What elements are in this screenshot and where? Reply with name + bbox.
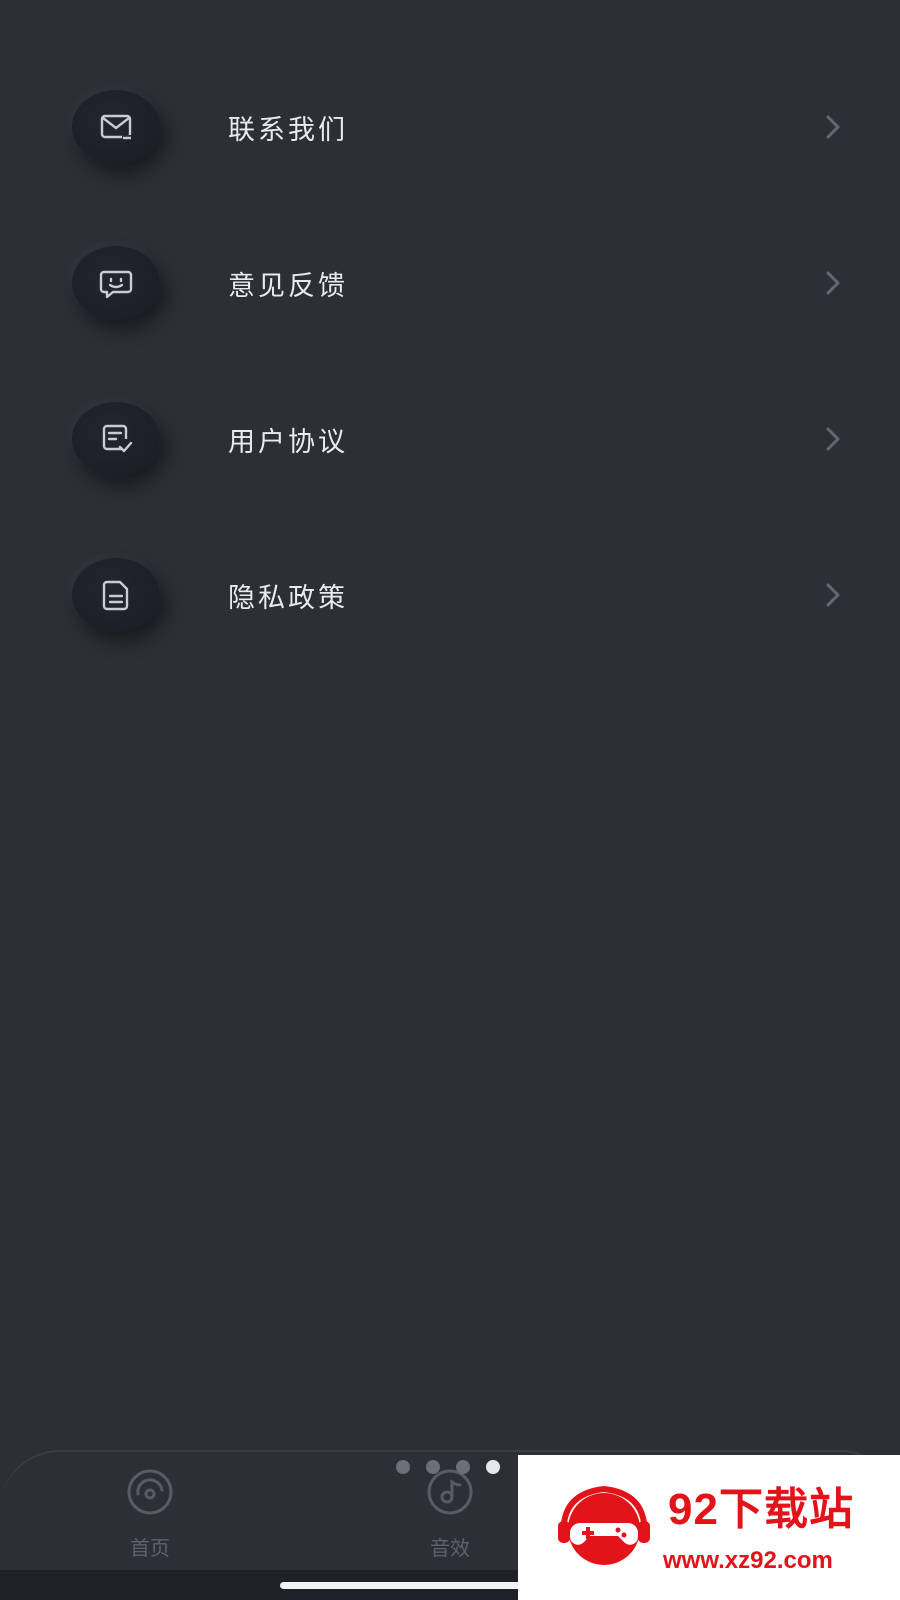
tab-home[interactable]: 首页: [90, 1452, 210, 1572]
chevron-right-icon: [818, 112, 848, 142]
screen: 联系我们 意见反馈 用户协议 隐私政策 首页 音效 92下载站 www.xz92…: [0, 0, 900, 1600]
agreement-icon: [72, 402, 160, 476]
menu-item-label: 联系我们: [228, 114, 348, 146]
page-dot[interactable]: [396, 1460, 410, 1474]
feedback-icon: [72, 246, 160, 320]
chevron-right-icon: [818, 268, 848, 298]
menu-item-user-agreement[interactable]: 用户协议: [0, 384, 900, 494]
menu-item-label: 隐私政策: [228, 582, 348, 614]
menu-item-label: 意见反馈: [228, 270, 348, 302]
mail-icon: [72, 90, 160, 164]
page-indicator: [396, 1460, 500, 1474]
menu-item-feedback[interactable]: 意见反馈: [0, 228, 900, 338]
disc-icon: [127, 1469, 173, 1515]
watermark-title: 92下载站: [668, 1485, 854, 1534]
watermark-url: www.xz92.com: [663, 1547, 833, 1574]
menu-item-label: 用户协议: [228, 426, 348, 458]
tab-label: 音效: [430, 1536, 470, 1560]
menu-item-contact-us[interactable]: 联系我们: [0, 72, 900, 182]
chevron-right-icon: [818, 424, 848, 454]
document-icon: [72, 558, 160, 632]
page-dot[interactable]: [456, 1460, 470, 1474]
page-dot[interactable]: [426, 1460, 440, 1474]
page-dot-active[interactable]: [486, 1460, 500, 1474]
menu-item-privacy-policy[interactable]: 隐私政策: [0, 540, 900, 650]
tab-label: 首页: [130, 1536, 170, 1560]
chevron-right-icon: [818, 580, 848, 610]
gamepad-logo-icon: [558, 1485, 650, 1565]
home-indicator[interactable]: [280, 1582, 540, 1589]
watermark: 92下载站 www.xz92.com: [518, 1455, 900, 1600]
